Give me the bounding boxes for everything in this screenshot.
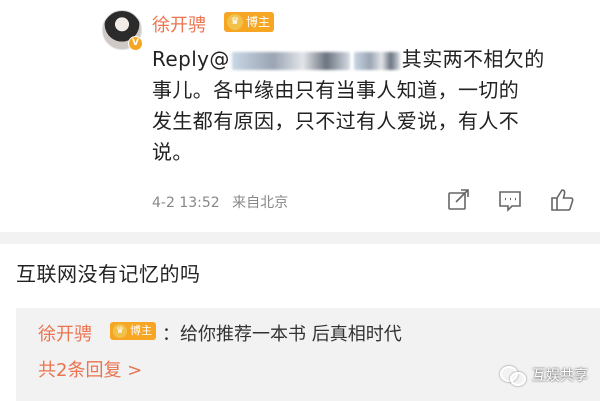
crown-icon: ♛: [113, 324, 127, 338]
reply-badge-label: 博主: [130, 324, 152, 337]
reply-prefix: Reply@: [152, 47, 230, 71]
post-source: 来自北京: [232, 195, 289, 211]
blogger-badge-label: 博主: [246, 15, 271, 29]
redacted-mention-2: [353, 51, 400, 70]
post-content-line1: Reply@ 其实两不相欠的: [152, 44, 582, 75]
post-content: Reply@ 其实两不相欠的 事儿。各中缘由只有当事人知道，一切的 发生都有原因，…: [152, 44, 582, 168]
redacted-mention: [231, 51, 350, 70]
blogger-badge: ♛ 博主: [224, 12, 275, 32]
comment-text: 互联网没有记忆的吗: [16, 262, 201, 286]
comment-icon: [499, 191, 521, 212]
reply-text: ：给你推荐一本书 后真相时代: [162, 324, 402, 345]
share-icon: [448, 189, 469, 210]
view-replies-link[interactable]: 共2条回复 >: [38, 356, 142, 382]
like-icon: [551, 189, 574, 211]
post-username[interactable]: 徐开骋: [152, 11, 206, 37]
crown-icon: ♛: [227, 14, 243, 30]
post-timestamp: 4-2 13:52: [152, 195, 220, 211]
verified-badge-icon: V: [128, 36, 143, 51]
post-meta: 4-2 13:52 来自北京: [152, 192, 288, 212]
comment-button[interactable]: [496, 186, 524, 216]
post-content-line4: 说。: [152, 140, 193, 164]
post-content-line2: 事儿。各中缘由只有当事人知道，一切的: [152, 78, 520, 102]
reply-username[interactable]: 徐开骋: [38, 320, 92, 346]
section-divider: [0, 232, 600, 244]
wechat-icon: [500, 364, 526, 386]
share-button[interactable]: [444, 186, 472, 216]
watermark-text: 互娱共享: [532, 368, 588, 384]
weibo-post: V 徐开骋 ♛ 博主 Reply@ 其实两不相欠的 事儿。各中缘由只有当事人知道，…: [0, 0, 600, 232]
post-content-line3: 发生都有原因，只不过有人爱说，有人不: [152, 109, 520, 133]
watermark: 互娱共享: [500, 361, 588, 389]
like-button[interactable]: [548, 186, 576, 216]
reply-blogger-badge: ♛ 博主: [110, 322, 156, 340]
post-content-after-blur: 其实两不相欠的: [401, 47, 545, 71]
